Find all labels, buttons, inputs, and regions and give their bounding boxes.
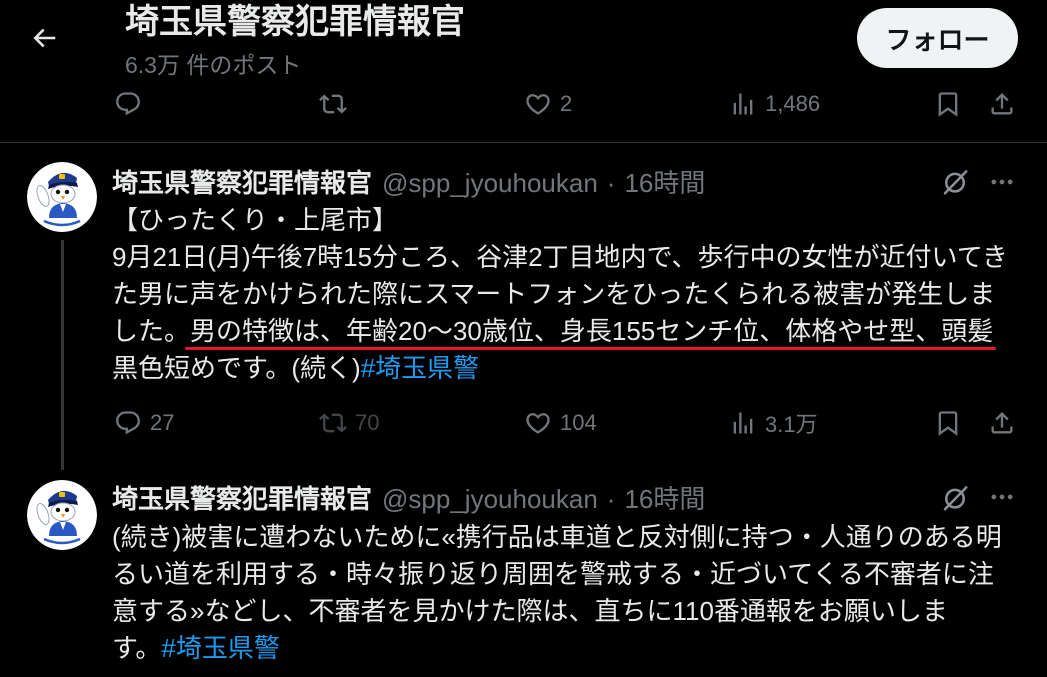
reply-button[interactable] <box>114 84 142 124</box>
post-text-line: るい道を利用する・時々振り返り周囲を警戒する・近づいてくる不審者に注 <box>112 556 1037 593</box>
text-segment: (続き)被害に遭わないために«携行品は車道と反対側に持つ・人通りのある明 <box>112 522 1002 552</box>
hashtag-link[interactable]: #埼玉県警 <box>161 633 279 663</box>
bookmark-button[interactable] <box>934 403 962 443</box>
text-segment: 9月21日(月)午後7時15分ころ、谷津2丁目地内で、歩行中の女性が近付いてき <box>112 242 1008 272</box>
views-button[interactable]: 1,486 <box>729 84 820 124</box>
text-segment: 意する»などし、不審者を見かけた際は、直ちに110番通報をお願いしま <box>112 596 948 626</box>
share-button[interactable] <box>988 403 1016 443</box>
like-button[interactable]: 2 <box>524 84 572 124</box>
author-handle[interactable]: @spp_jyouhoukan <box>382 165 598 201</box>
heart-icon <box>526 413 550 434</box>
bookmark-icon <box>938 411 958 436</box>
views-icon <box>733 412 753 434</box>
text-segment: 【ひったくり・上尾市】 <box>112 205 399 235</box>
view-count: 1,486 <box>765 91 821 116</box>
text-segment: た男に声をかけられた際にスマートフォンをひったくられる被害が発生しま <box>112 279 996 309</box>
bookmark-icon <box>938 92 958 117</box>
like-count: 104 <box>560 410 597 435</box>
post-text-line: 9月21日(月)午後7時15分ころ、谷津2丁目地内で、歩行中の女性が近付いてき <box>112 239 1037 276</box>
avatar[interactable] <box>27 162 97 232</box>
back-button[interactable] <box>29 23 59 53</box>
more-button[interactable] <box>988 168 1016 196</box>
hashtag-link[interactable]: #埼玉県警 <box>361 353 479 383</box>
grok-button[interactable] <box>940 167 970 197</box>
police-mascot-avatar-image <box>27 162 97 232</box>
like-button[interactable]: 104 <box>524 403 597 443</box>
post-text-line: (続き)被害に遭わないために«携行品は車道と反対側に持つ・人通りのある明 <box>112 519 1037 556</box>
text-segment: した。 <box>112 316 191 346</box>
share-icon <box>991 93 1013 115</box>
post-text-line: 黒色短めです。(続く)#埼玉県警 <box>112 350 1037 387</box>
post-text-line: 意する»などし、不審者を見かけた際は、直ちに110番通報をお願いしま <box>112 593 1037 630</box>
reply-icon <box>116 411 140 435</box>
more-icon <box>991 179 1013 185</box>
post-time[interactable]: 16時間 <box>624 481 705 517</box>
red-underlined-text: 黒色短めです。(続く) <box>112 353 361 383</box>
author-name[interactable]: 埼玉県警察犯罪情報官 <box>112 481 372 517</box>
post-text-line: た男に声をかけられた際にスマートフォンをひったくられる被害が発生しま <box>112 276 1037 313</box>
grok-button[interactable] <box>940 483 970 513</box>
post-header: 埼玉県警察犯罪情報官 @spp_jyouhoukan · 16時間 <box>112 481 705 517</box>
author-name[interactable]: 埼玉県警察犯罪情報官 <box>112 165 372 201</box>
repost-button[interactable] <box>319 84 347 124</box>
grok-icon <box>943 486 968 511</box>
view-count: 3.1万 <box>765 412 818 437</box>
post-text: 【ひったくり・上尾市】 9月21日(月)午後7時15分ころ、谷津2丁目地内で、歩… <box>112 202 1037 387</box>
post-header: 埼玉県警察犯罪情報官 @spp_jyouhoukan · 16時間 <box>112 165 705 201</box>
heart-icon <box>526 94 550 115</box>
reply-count: 27 <box>150 410 175 435</box>
more-icon <box>991 494 1013 500</box>
red-underline-annotation: 黒色短めです。(続く)#埼玉県警 <box>112 353 479 383</box>
more-button[interactable] <box>988 483 1016 511</box>
repost-icon <box>319 94 347 114</box>
author-handle[interactable]: @spp_jyouhoukan <box>382 481 598 517</box>
reply-button[interactable]: 27 <box>114 403 174 443</box>
repost-button[interactable]: 70 <box>319 403 379 443</box>
repost-icon <box>319 413 347 433</box>
post-action-bar: 27 70 104 3.1万 <box>0 403 1047 443</box>
meta-separator: · <box>606 484 616 514</box>
post-time[interactable]: 16時間 <box>624 165 705 201</box>
divider <box>0 142 1047 143</box>
profile-title: 埼玉県警察犯罪情報官 <box>125 3 465 41</box>
text-segment: るい道を利用する・時々振り返り周囲を警戒する・近づいてくる不審者に注 <box>112 559 994 589</box>
post-text-line: した。男の特徴は、年齢20～30歳位、身長155センチ位、体格やせ型、頭髪 <box>112 313 1037 350</box>
bookmark-button[interactable] <box>934 84 962 124</box>
meta-separator: · <box>606 168 616 198</box>
repost-count: 70 <box>355 410 380 435</box>
share-button[interactable] <box>988 84 1016 124</box>
post-text-line: 【ひったくり・上尾市】 <box>112 202 1037 239</box>
reply-icon <box>116 92 140 116</box>
avatar[interactable] <box>27 480 97 550</box>
share-icon <box>991 412 1013 434</box>
post-count: 6.3万 件のポスト <box>125 52 302 78</box>
views-icon <box>733 93 753 115</box>
post-text: (続き)被害に遭わないために«携行品は車道と反対側に持つ・人通りのある明 るい道… <box>112 519 1037 667</box>
views-button[interactable]: 3.1万 <box>729 403 818 443</box>
post-text-line: す。#埼玉県警 <box>112 630 1037 667</box>
police-mascot-avatar-image <box>27 480 97 550</box>
text-segment: す。 <box>112 633 162 663</box>
like-count: 2 <box>560 91 573 116</box>
grok-icon <box>943 170 968 195</box>
follow-button[interactable]: フォロー <box>857 8 1018 68</box>
previous-post-action-bar: 2 1,486 <box>0 84 1047 124</box>
red-underlined-text: 男の特徴は、年齢20～30歳位、身長155センチ位、体格やせ型、頭髪 <box>185 316 997 350</box>
arrow-left-icon <box>33 28 56 48</box>
